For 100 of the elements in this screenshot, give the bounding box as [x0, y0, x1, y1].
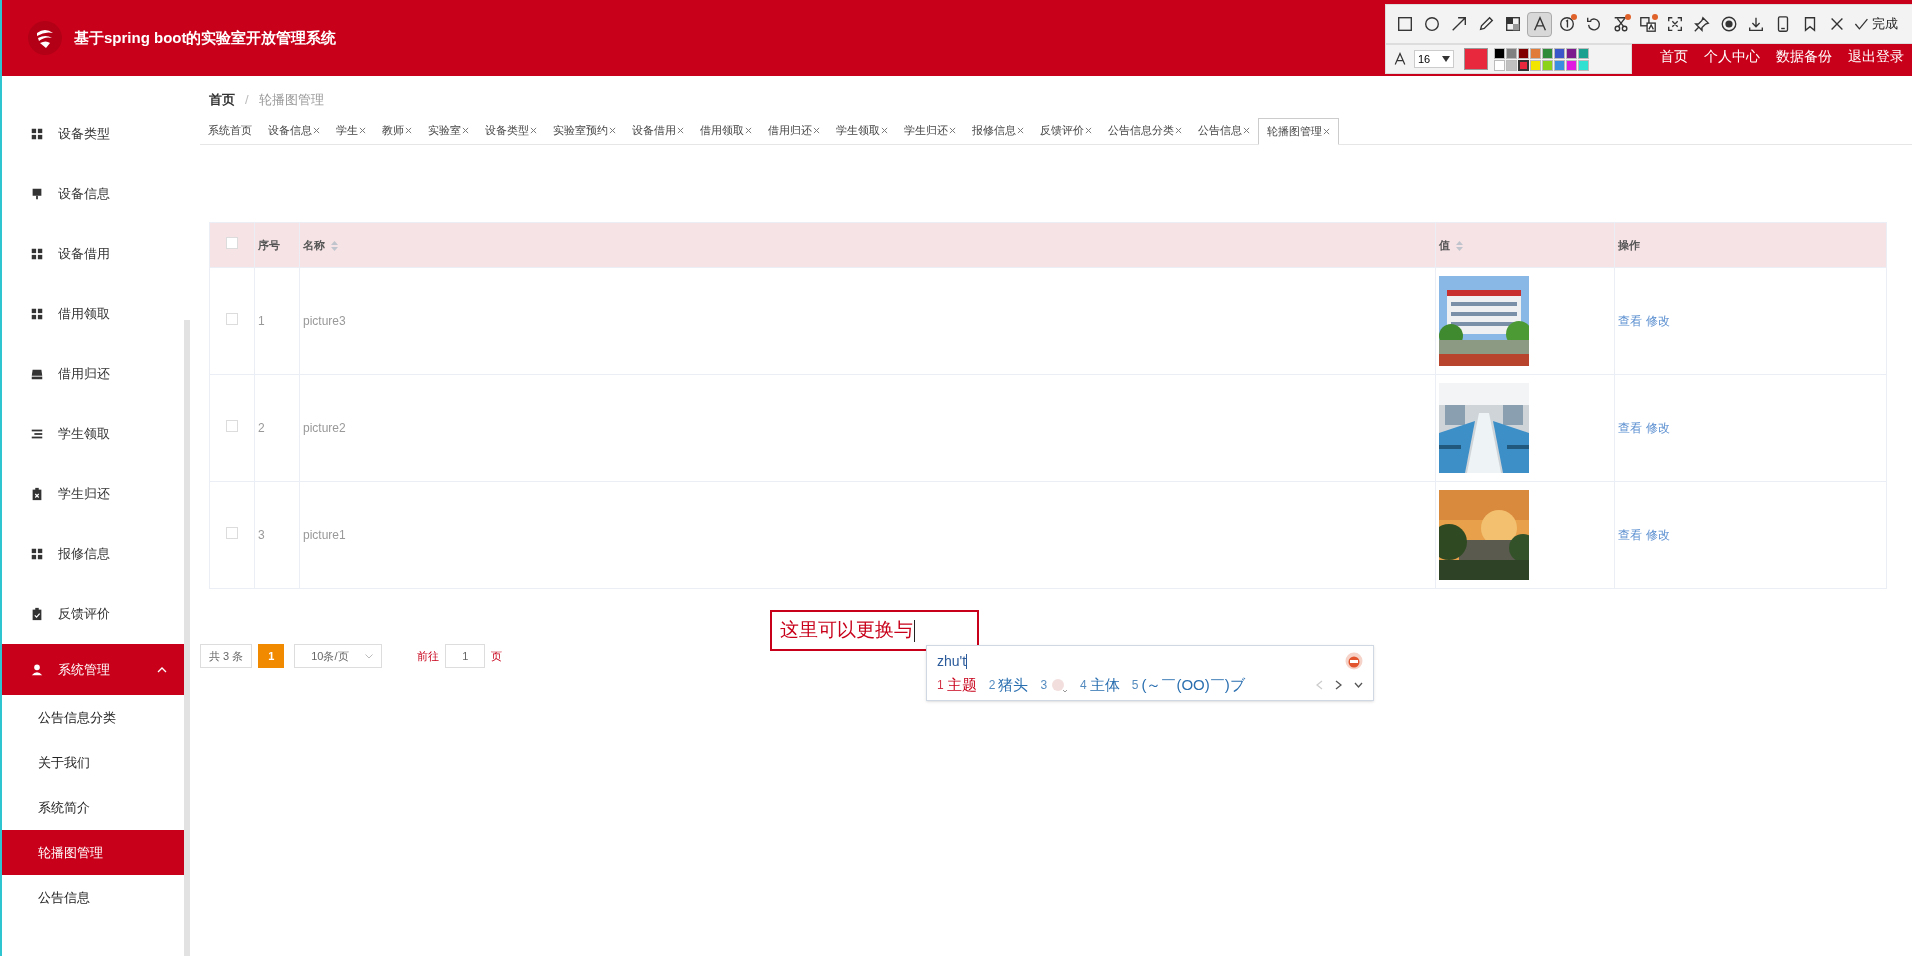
- page-tab[interactable]: 实验室预约: [545, 117, 624, 144]
- action-link[interactable]: 查看: [1618, 526, 1642, 544]
- page-tab[interactable]: 学生归还: [896, 117, 964, 144]
- color-swatch[interactable]: [1506, 59, 1517, 71]
- checkbox[interactable]: [226, 312, 238, 325]
- close-icon[interactable]: [745, 127, 752, 134]
- close-icon[interactable]: [1243, 127, 1250, 134]
- color-swatch[interactable]: [1542, 47, 1553, 59]
- page-size-select[interactable]: 10条/页: [294, 644, 383, 668]
- sidebar-subitem[interactable]: 公告信息分类: [2, 695, 185, 740]
- color-swatch[interactable]: [1554, 59, 1565, 71]
- close-icon[interactable]: [677, 127, 684, 134]
- close-icon[interactable]: [609, 127, 616, 134]
- color-swatch[interactable]: [1566, 59, 1577, 71]
- next-page-icon[interactable]: [1335, 680, 1342, 690]
- breadcrumb-item[interactable]: 首页: [209, 90, 235, 110]
- download-icon: [1746, 15, 1765, 33]
- checkbox[interactable]: [226, 236, 238, 249]
- page-tab[interactable]: 系统首页: [200, 117, 260, 144]
- page-tab[interactable]: 学生: [328, 117, 374, 144]
- color-swatch[interactable]: [1494, 59, 1505, 71]
- close-icon[interactable]: [813, 127, 820, 134]
- close-icon[interactable]: [405, 127, 412, 134]
- page-tab[interactable]: 公告信息分类: [1100, 117, 1190, 144]
- close-icon[interactable]: [530, 127, 537, 134]
- close-icon[interactable]: [313, 127, 320, 134]
- sidebar-item[interactable]: 报修信息: [2, 524, 191, 584]
- page-tab[interactable]: 反馈评价: [1032, 117, 1100, 144]
- sidebar-subitem[interactable]: 关于我们: [2, 740, 185, 785]
- sidebar-item[interactable]: 学生归还: [2, 464, 191, 524]
- color-swatch[interactable]: [1518, 59, 1529, 71]
- close-icon[interactable]: [1017, 127, 1024, 134]
- sidebar-group-header[interactable]: 系统管理: [2, 644, 185, 695]
- sidebar-subitem[interactable]: 系统简介: [2, 785, 185, 830]
- color-swatch[interactable]: [1578, 59, 1589, 71]
- page-tab[interactable]: 借用归还: [760, 117, 828, 144]
- close-icon[interactable]: [359, 127, 366, 134]
- page-tab[interactable]: 借用领取: [692, 117, 760, 144]
- color-swatch[interactable]: [1494, 47, 1505, 59]
- column-header[interactable]: 名称: [299, 222, 1436, 268]
- close-icon[interactable]: [1085, 127, 1092, 134]
- action-link[interactable]: 查看: [1618, 419, 1642, 437]
- text-tool-tool[interactable]: [1527, 11, 1552, 37]
- ime-candidate[interactable]: 4 主体: [1080, 673, 1120, 697]
- scrollbar[interactable]: [184, 320, 190, 956]
- page-tab[interactable]: 学生领取: [828, 117, 896, 144]
- page-tab[interactable]: 教师: [374, 117, 420, 144]
- close-icon[interactable]: [462, 127, 469, 134]
- column-header[interactable]: 值: [1435, 222, 1615, 268]
- checkbox[interactable]: [226, 419, 238, 432]
- sidebar-subitem[interactable]: 轮播图管理: [2, 830, 185, 875]
- sidebar-item[interactable]: 借用领取: [2, 284, 191, 344]
- color-swatch[interactable]: [1530, 47, 1541, 59]
- sidebar-item[interactable]: 设备信息: [2, 164, 191, 224]
- column-header: 操作: [1614, 222, 1887, 268]
- color-swatch[interactable]: [1506, 47, 1517, 59]
- color-swatch[interactable]: [1542, 59, 1553, 71]
- candidate-text: (～￣(OO)￣)ブ: [1141, 674, 1245, 695]
- ime-candidate[interactable]: 2 猪头: [988, 673, 1029, 697]
- sidebar-item[interactable]: 学生领取: [2, 404, 191, 464]
- page-tab[interactable]: 报修信息: [964, 117, 1032, 144]
- expand-icon[interactable]: [1354, 682, 1363, 688]
- checkbox[interactable]: [226, 526, 238, 539]
- page-tab[interactable]: 公告信息: [1190, 117, 1258, 144]
- action-link[interactable]: 修改: [1646, 419, 1670, 437]
- goto-page-field[interactable]: 1: [445, 644, 486, 668]
- done-button[interactable]: 完成: [1853, 14, 1898, 34]
- close-icon[interactable]: [1175, 127, 1182, 134]
- page-tab[interactable]: 轮播图管理: [1258, 118, 1339, 145]
- page-tab[interactable]: 设备类型: [477, 117, 545, 144]
- goto-label: 前往: [417, 648, 440, 664]
- color-swatch[interactable]: [1566, 47, 1577, 59]
- close-icon[interactable]: [949, 127, 956, 134]
- header-link[interactable]: 退出登录: [1848, 45, 1904, 67]
- sidebar-item[interactable]: 反馈评价: [2, 584, 191, 644]
- ime-candidate[interactable]: 3: [1040, 676, 1069, 694]
- pin-icon: [1692, 15, 1711, 33]
- ime-candidate[interactable]: 5 (～￣(OO)￣)ブ: [1131, 673, 1245, 697]
- page-tab[interactable]: 实验室: [420, 117, 477, 144]
- close-icon[interactable]: [1323, 128, 1330, 135]
- header-link[interactable]: 个人中心: [1704, 45, 1760, 67]
- annotation-text-box[interactable]: 这里可以更换与: [770, 610, 979, 651]
- header-link[interactable]: 首页: [1660, 45, 1688, 67]
- sidebar-item[interactable]: 设备借用: [2, 224, 191, 284]
- action-link[interactable]: 修改: [1646, 526, 1670, 544]
- action-link[interactable]: 修改: [1646, 312, 1670, 330]
- color-swatch[interactable]: [1530, 59, 1541, 71]
- sidebar-subitem[interactable]: 公告信息: [2, 875, 185, 920]
- color-swatch[interactable]: [1554, 47, 1565, 59]
- close-icon[interactable]: [881, 127, 888, 134]
- color-swatch[interactable]: [1578, 47, 1589, 59]
- sidebar-item[interactable]: 借用归还: [2, 344, 191, 404]
- page-tab[interactable]: 设备借用: [624, 117, 692, 144]
- ime-candidate[interactable]: 1 主题: [937, 673, 977, 697]
- font-size-select[interactable]: 16: [1414, 50, 1454, 68]
- color-swatch[interactable]: [1518, 47, 1529, 59]
- sidebar-item[interactable]: 设备类型: [2, 104, 191, 164]
- page-tab[interactable]: 设备信息: [260, 117, 328, 144]
- header-link[interactable]: 数据备份: [1776, 45, 1832, 67]
- action-link[interactable]: 查看: [1618, 312, 1642, 330]
